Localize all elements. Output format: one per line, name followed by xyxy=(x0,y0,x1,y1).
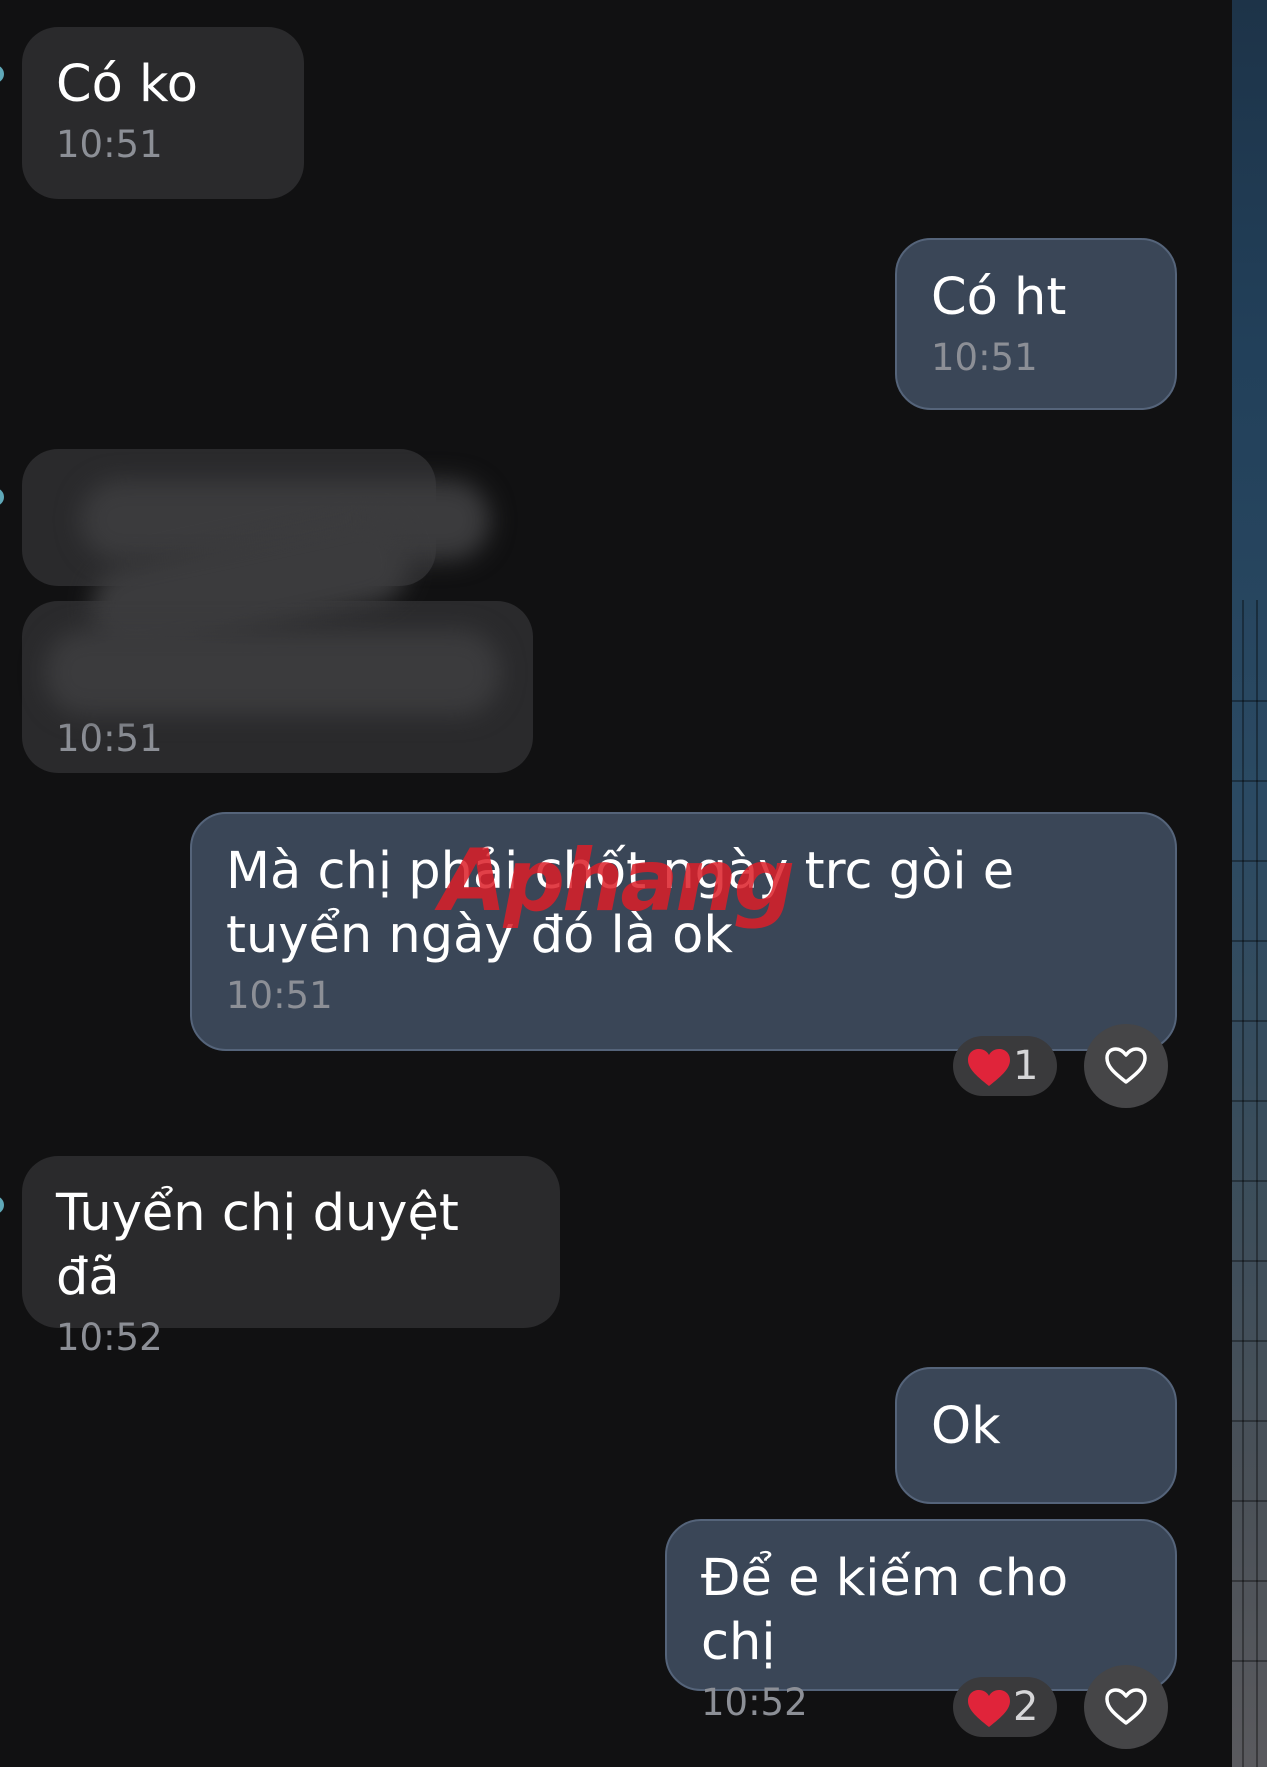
chat-screen: Có ko 10:51 Có ht 10:51 10:51 Mà chị phả… xyxy=(0,0,1267,1767)
message-time: 10:51 xyxy=(226,974,333,1017)
message-time: 10:52 xyxy=(701,1681,808,1724)
outgoing-message-bubble[interactable]: Mà chị phải chốt ngày trc gòi e tuyển ng… xyxy=(190,812,1177,1051)
message-text: Có ht xyxy=(931,268,1067,327)
heart-icon xyxy=(967,1686,1011,1746)
message-time: 10:51 xyxy=(56,123,163,166)
reaction-count: 1 xyxy=(1013,1043,1039,1089)
message-time: 10:51 xyxy=(56,717,163,760)
outgoing-message-bubble[interactable]: Ok xyxy=(895,1367,1177,1504)
reaction-count: 2 xyxy=(1013,1684,1039,1730)
message-text: Ok xyxy=(931,1397,1001,1456)
message-text: Có ko xyxy=(56,55,198,114)
message-text: Để e kiếm cho chị xyxy=(701,1549,1069,1672)
like-button[interactable] xyxy=(1084,1665,1168,1749)
message-time: 10:51 xyxy=(931,336,1038,379)
heart-outline-icon xyxy=(1105,1047,1147,1084)
message-text: Tuyển chị duyệt đã xyxy=(56,1184,459,1307)
reaction-heart-count[interactable]: 2 xyxy=(953,1677,1057,1737)
outgoing-message-bubble[interactable]: Để e kiếm cho chị 10:52 xyxy=(665,1519,1177,1724)
heart-icon xyxy=(967,1045,1011,1105)
incoming-message-bubble[interactable]: Có ko 10:51 xyxy=(22,27,304,199)
message-time: 10:52 xyxy=(56,1316,163,1359)
heart-outline-icon xyxy=(1105,1688,1147,1725)
incoming-message-bubble[interactable]: Tuyển chị duyệt đã 10:52 xyxy=(22,1156,560,1359)
sender-avatar[interactable] xyxy=(0,488,4,506)
outgoing-message-bubble[interactable]: Có ht 10:51 xyxy=(895,238,1177,410)
reaction-heart-count[interactable]: 1 xyxy=(953,1036,1057,1096)
message-text: Mà chị phải chốt ngày trc gòi e tuyển ng… xyxy=(226,842,1015,965)
like-button[interactable] xyxy=(1084,1024,1168,1108)
sender-avatar[interactable] xyxy=(0,1196,4,1214)
sender-avatar[interactable] xyxy=(0,65,4,83)
wallpaper-edge xyxy=(1232,0,1267,1767)
redaction-blur xyxy=(45,630,500,715)
